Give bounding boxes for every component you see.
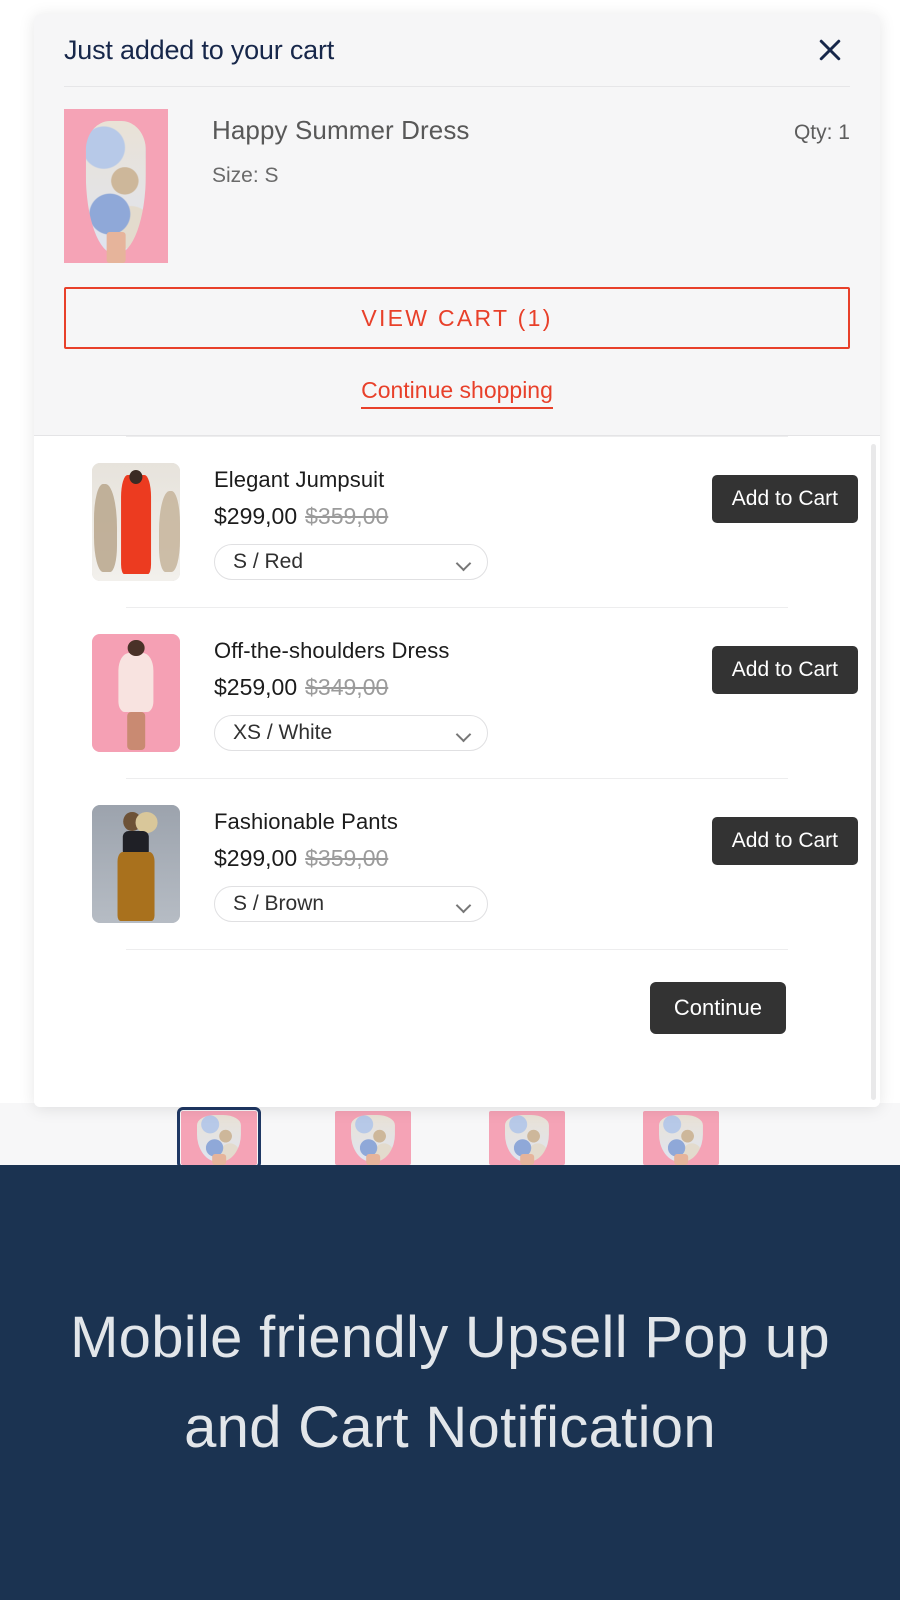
upsell-footer: Continue [92, 950, 822, 1034]
page-title: Just added to your cart [64, 34, 335, 65]
continue-shopping-wrap: Continue shopping [64, 377, 850, 409]
upsell-price: $299,00 [214, 845, 298, 871]
promo-banner-text: Mobile friendly Upsell Pop up and Cart N… [70, 1304, 830, 1460]
product-thumbnail-strip [0, 1103, 900, 1169]
promo-banner: Mobile friendly Upsell Pop up and Cart N… [0, 1165, 900, 1600]
upsell-price: $299,00 [214, 503, 298, 529]
close-icon[interactable] [810, 30, 850, 70]
continue-shopping-link[interactable]: Continue shopping [361, 377, 553, 409]
upsell-variant-select[interactable]: S / Red [214, 544, 488, 580]
upsell-product-image[interactable] [92, 463, 180, 581]
chevron-down-icon [457, 729, 471, 737]
upsell-compare-at-price: $349,00 [305, 674, 389, 700]
continue-button[interactable]: Continue [649, 982, 786, 1034]
product-thumbnail-3[interactable] [489, 1111, 565, 1165]
cart-upsell-modal: Just added to your cart Happy Summer Dre… [34, 14, 880, 1107]
upsell-variant-value: XS / White [233, 721, 333, 744]
upsell-variant-select[interactable]: S / Brown [214, 886, 488, 922]
upsell-variant-value: S / Red [233, 550, 304, 573]
added-cart-item: Happy Summer Dress Size: S Qty: 1 [64, 87, 850, 277]
upsell-product-row: Off-the-shoulders Dress $259,00 $349,00 X… [92, 608, 858, 778]
chevron-down-icon [457, 558, 471, 566]
upsell-compare-at-price: $359,00 [305, 503, 389, 529]
upsell-variant-value: S / Brown [233, 892, 325, 915]
product-thumbnail-1[interactable] [177, 1107, 261, 1169]
cart-item-image [64, 109, 168, 263]
chevron-down-icon [457, 900, 471, 908]
upsell-variant-select[interactable]: XS / White [214, 715, 488, 751]
upsell-list: Elegant Jumpsuit $299,00 $359,00 S / Red … [56, 436, 858, 1034]
upsell-product-image[interactable] [92, 634, 180, 752]
upsell-product-image[interactable] [92, 805, 180, 923]
upsell-scrollbar[interactable] [871, 444, 876, 1100]
upsell-compare-at-price: $359,00 [305, 845, 389, 871]
add-to-cart-button[interactable]: Add to Cart [711, 646, 858, 694]
cart-item-info: Happy Summer Dress Size: S [168, 109, 794, 188]
product-thumbnail-2[interactable] [335, 1111, 411, 1165]
add-to-cart-button[interactable]: Add to Cart [711, 475, 858, 523]
upsell-price: $259,00 [214, 674, 298, 700]
upsell-product-row: Fashionable Pants $299,00 $359,00 S / Bro… [92, 779, 858, 949]
product-thumbnail-4[interactable] [643, 1111, 719, 1165]
cart-item-variant: Size: S [212, 164, 279, 187]
cart-item-quantity: Qty: 1 [793, 121, 850, 144]
add-to-cart-button[interactable]: Add to Cart [711, 817, 858, 865]
upsell-panel: Elegant Jumpsuit $299,00 $359,00 S / Red … [34, 435, 880, 1107]
cart-notification-header: Just added to your cart [64, 14, 850, 86]
cart-notification-panel: Just added to your cart Happy Summer Dre… [34, 14, 880, 435]
upsell-product-row: Elegant Jumpsuit $299,00 $359,00 S / Red … [92, 437, 858, 607]
view-cart-button[interactable]: VIEW CART (1) [64, 287, 850, 349]
cart-item-title: Happy Summer Dress [212, 115, 470, 145]
screen: Just added to your cart Happy Summer Dre… [0, 0, 900, 1600]
